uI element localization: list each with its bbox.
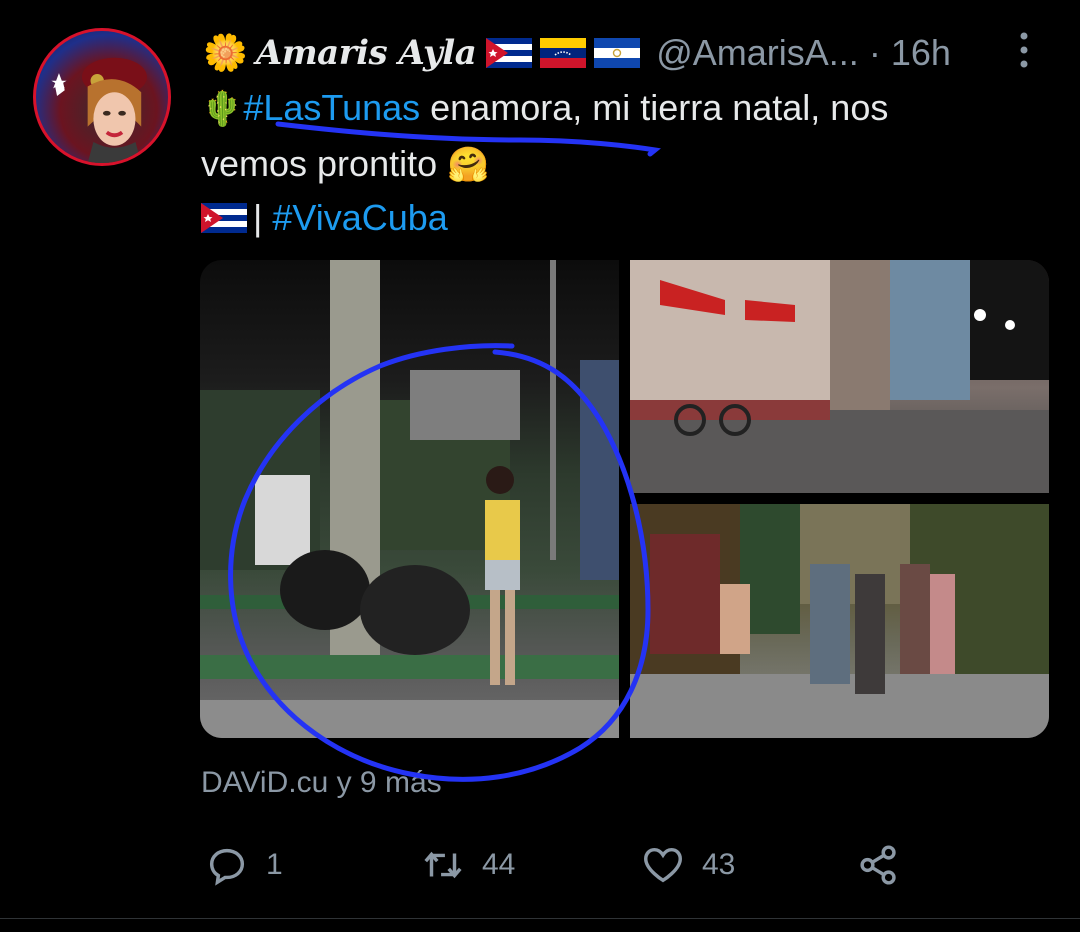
street-night-photo[interactable]: [630, 260, 1049, 493]
tweet-text: vemos prontito: [201, 143, 448, 184]
avatar[interactable]: [33, 28, 171, 166]
cuba-flag-icon: [201, 203, 247, 233]
reply-button[interactable]: 1: [204, 838, 283, 892]
tweet-text: enamora, mi tierra natal, nos: [420, 87, 889, 128]
reply-count: 1: [266, 848, 283, 881]
text-separator: |: [253, 197, 273, 238]
venezuela-flag-icon: [540, 38, 587, 68]
user-handle[interactable]: @AmarisA...: [656, 32, 859, 74]
like-count: 43: [702, 848, 736, 881]
cuba-flag-icon: [486, 38, 533, 68]
retweet-icon: [424, 851, 462, 879]
timestamp[interactable]: 16h: [891, 32, 951, 74]
reply-icon: [209, 848, 245, 886]
daisy-emoji: 🌼: [203, 32, 248, 73]
el-salvador-flag-icon: [594, 38, 641, 68]
park-night-photo[interactable]: [200, 260, 619, 738]
display-name[interactable]: Amaris Ayla: [256, 33, 477, 73]
photo-tags[interactable]: DAViD.cu y 9 más: [201, 766, 442, 800]
sidewalk-night-photo[interactable]: [630, 504, 1049, 738]
tweet-text-line-1: 🌵#LasTunas enamora, mi tierra natal, nos: [201, 80, 888, 137]
share-button[interactable]: [856, 838, 902, 892]
tweet-text-line-3: | #VivaCuba: [201, 190, 448, 246]
tweet-actions: 1 44 43: [200, 838, 920, 892]
heart-icon: [644, 847, 682, 883]
share-icon: [860, 845, 896, 885]
separator-dot: ·: [868, 32, 881, 73]
tweet-divider: [0, 918, 1080, 919]
tweet[interactable]: 🌼 Amaris Ayla @AmarisA... · 16h 🌵#LasTun…: [0, 0, 1080, 932]
more-options-icon[interactable]: [1012, 28, 1036, 72]
cactus-emoji: 🌵: [201, 90, 244, 128]
tweet-text-line-2: vemos prontito 🤗: [201, 136, 489, 193]
tweet-header: 🌼 Amaris Ayla @AmarisA... · 16h: [203, 26, 951, 80]
hashtag-vivacuba[interactable]: #VivaCuba: [272, 197, 447, 238]
retweet-count: 44: [482, 848, 516, 881]
media-grid: [200, 260, 1049, 738]
hugging-face-emoji: 🤗: [447, 146, 490, 184]
retweet-button[interactable]: 44: [420, 838, 515, 892]
hashtag-lastunas[interactable]: #LasTunas: [243, 87, 420, 128]
like-button[interactable]: 43: [640, 838, 735, 892]
